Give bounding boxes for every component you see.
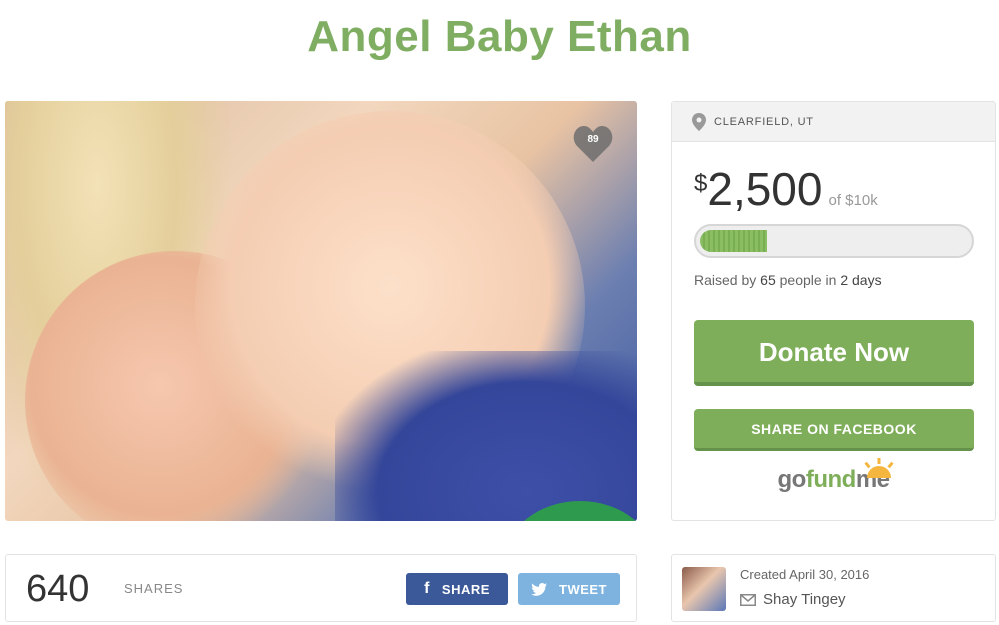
location-header: CLEARFIELD, UT [672, 102, 995, 142]
facebook-icon: f [424, 580, 430, 597]
amount-raised: $ 2,500 of $10k [694, 162, 878, 216]
campaign-photo [5, 101, 637, 521]
raised-mid: people in [779, 272, 837, 288]
photo-region-shirt [335, 351, 637, 521]
shares-label: SHARES [124, 581, 184, 596]
donation-panel: CLEARFIELD, UT $ 2,500 of $10k Raised by… [671, 101, 996, 521]
donor-count: 65 [760, 272, 776, 288]
days-count: 2 days [840, 272, 882, 288]
sun-icon [864, 458, 894, 478]
facebook-share-button[interactable]: f SHARE [406, 573, 508, 605]
creator-card: Created April 30, 2016 Shay Tingey [671, 554, 996, 622]
progress-fill [700, 230, 767, 252]
likes-count: 89 [587, 134, 599, 145]
gofundme-logo[interactable]: gofundme [672, 458, 995, 494]
location-text: CLEARFIELD, UT [714, 115, 814, 128]
share-count: 640 [26, 568, 90, 610]
location-pin-icon [692, 112, 706, 131]
envelope-icon [740, 593, 756, 606]
share-bar: 640 SHARES f SHARE TWEET [5, 554, 637, 622]
logo-go: go [777, 466, 807, 493]
owner-name[interactable]: Shay Tingey [763, 591, 846, 608]
amount-value: 2,500 [707, 163, 823, 215]
avatar[interactable] [682, 567, 726, 611]
donate-now-button[interactable]: Donate Now [694, 320, 974, 386]
share-on-facebook-button[interactable]: SHARE ON FACEBOOK [694, 409, 974, 451]
twitter-icon [531, 582, 547, 596]
goal-text: of $10k [828, 192, 878, 209]
tweet-label: TWEET [559, 581, 607, 597]
raised-summary: Raised by 65 people in 2 days [694, 272, 882, 288]
created-date: Created April 30, 2016 [740, 567, 870, 582]
currency-symbol: $ [694, 170, 708, 197]
campaign-title: Angel Baby Ethan [307, 12, 692, 61]
raised-prefix: Raised by [694, 272, 757, 288]
facebook-share-label: SHARE [441, 581, 490, 597]
progress-bar [694, 224, 974, 258]
logo-fund: fund [805, 466, 856, 493]
tweet-button[interactable]: TWEET [518, 573, 620, 605]
owner-row[interactable]: Shay Tingey [740, 591, 846, 608]
